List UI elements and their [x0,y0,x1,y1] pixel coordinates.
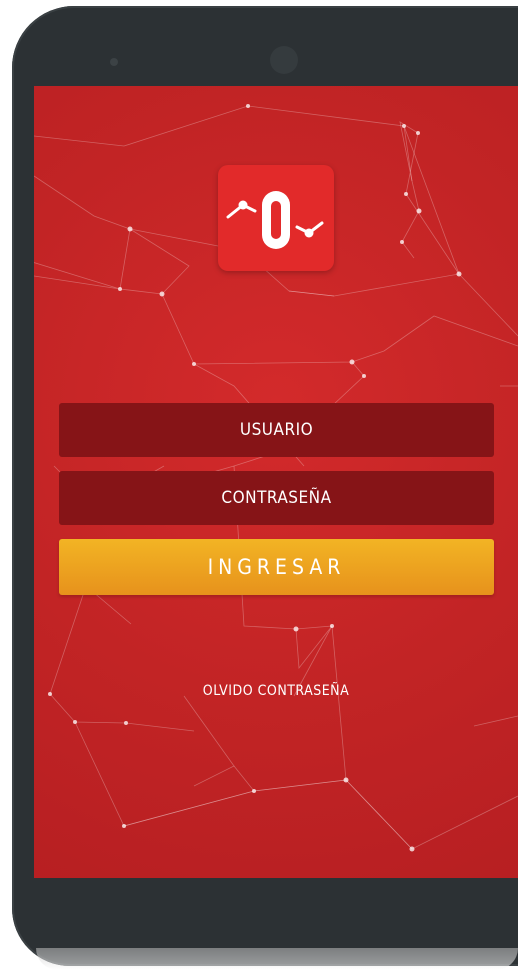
front-sensor [110,58,118,66]
login-button-label: INGRESAR [207,555,346,579]
forgot-password-link[interactable]: OLVIDO CONTRASEÑA [34,683,518,699]
username-field[interactable]: USUARIO [59,403,494,457]
login-button[interactable]: INGRESAR [59,539,494,595]
password-placeholder: CONTRASEÑA [221,488,332,508]
front-camera [270,46,298,74]
password-field[interactable]: CONTRASEÑA [59,471,494,525]
username-placeholder: USUARIO [239,420,314,440]
phone-shadow [36,948,518,970]
app-logo-icon [218,165,334,271]
login-screen: USUARIO CONTRASEÑA INGRESAR OLVIDO CONTR… [34,86,518,878]
